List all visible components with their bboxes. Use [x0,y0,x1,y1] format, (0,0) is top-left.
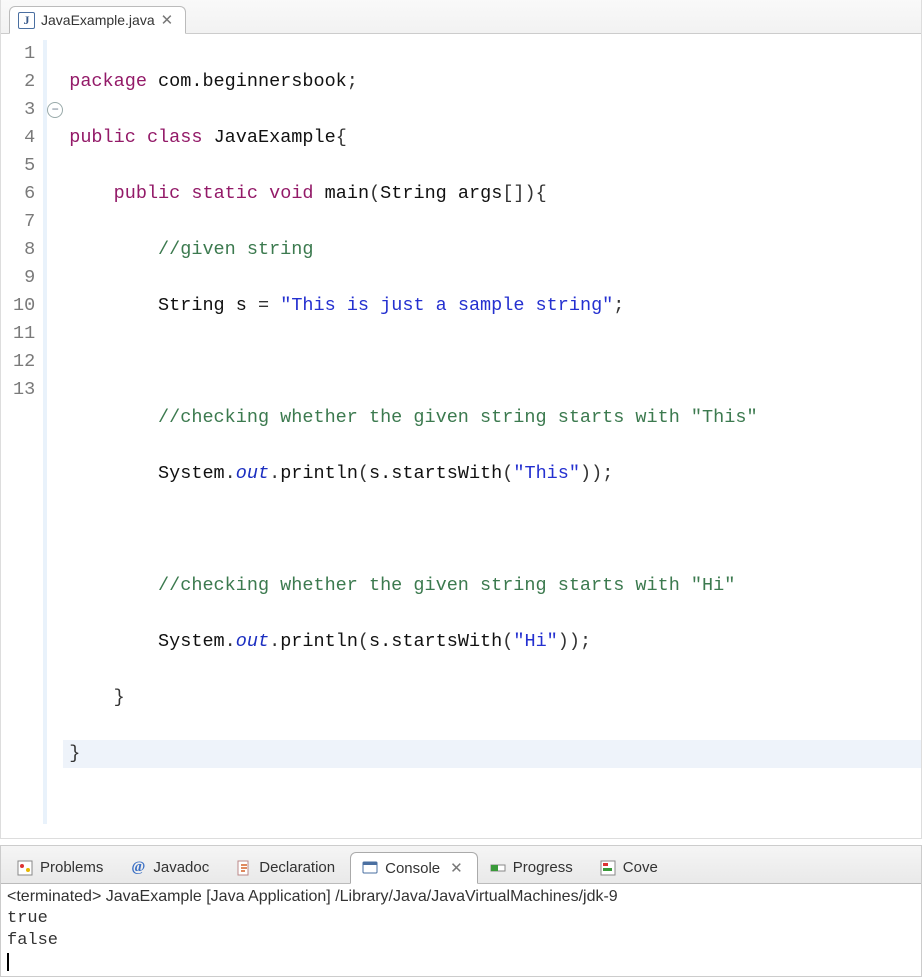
console-line: true [7,908,915,930]
editor-tab-label: JavaExample.java [41,12,155,28]
console-icon [361,859,379,877]
tab-declaration[interactable]: Declaration [224,851,350,883]
line-number: 6 [13,180,39,208]
console-caret-line [7,952,915,972]
declaration-icon [235,859,253,877]
line-number: 2 [13,68,39,96]
close-icon[interactable]: ✕ [450,859,463,877]
editor-tab-active[interactable]: J JavaExample.java ✕ [9,6,186,34]
line-number: 10 [13,292,39,320]
problems-icon [16,859,34,877]
close-icon[interactable]: ✕ [161,11,174,29]
line-number: 12 [13,348,39,376]
line-number: 13 [13,376,39,404]
line-number: 7 [13,208,39,236]
line-number: 8 [13,236,39,264]
tab-javadoc[interactable]: @ Javadoc [118,851,224,883]
console-body: <terminated> JavaExample [Java Applicati… [1,884,921,976]
console-output[interactable]: true false [7,908,915,972]
progress-icon [489,859,507,877]
code-area[interactable]: 1 2 3 4 5 6 7 8 9 10 11 12 13 − package … [1,34,921,838]
line-number-gutter: 1 2 3 4 5 6 7 8 9 10 11 12 13 [1,40,43,824]
bottom-panel: Problems @ Javadoc Declaration Console ✕… [0,845,922,977]
tab-console[interactable]: Console ✕ [350,852,478,884]
fold-collapse-icon[interactable]: − [47,102,63,118]
tab-coverage[interactable]: Cove [588,851,673,883]
console-status: <terminated> JavaExample [Java Applicati… [7,888,915,906]
tab-label: Progress [513,859,573,876]
line-number: 4 [13,124,39,152]
tab-problems[interactable]: Problems [5,851,118,883]
line-number: 5 [13,152,39,180]
tab-label: Javadoc [153,859,209,876]
console-line: false [7,930,915,952]
javadoc-icon: @ [129,859,147,877]
editor-panel: J JavaExample.java ✕ 1 2 3 4 5 6 7 8 9 1… [0,0,922,839]
tab-label: Problems [40,859,103,876]
tab-label: Declaration [259,859,335,876]
tab-label: Console [385,860,440,877]
line-number: 11 [13,320,39,348]
code-text[interactable]: package com.beginnersbook; public class … [63,40,921,824]
line-number: 3 [13,96,39,124]
tab-label: Cove [623,859,658,876]
java-file-icon: J [18,12,35,29]
editor-tab-bar: J JavaExample.java ✕ [1,0,921,34]
tab-progress[interactable]: Progress [478,851,588,883]
fold-strip: − [43,40,63,824]
line-number: 1 [13,40,39,68]
caret-icon [7,953,9,971]
line-number: 9 [13,264,39,292]
coverage-icon [599,859,617,877]
bottom-tab-bar: Problems @ Javadoc Declaration Console ✕… [1,846,921,884]
